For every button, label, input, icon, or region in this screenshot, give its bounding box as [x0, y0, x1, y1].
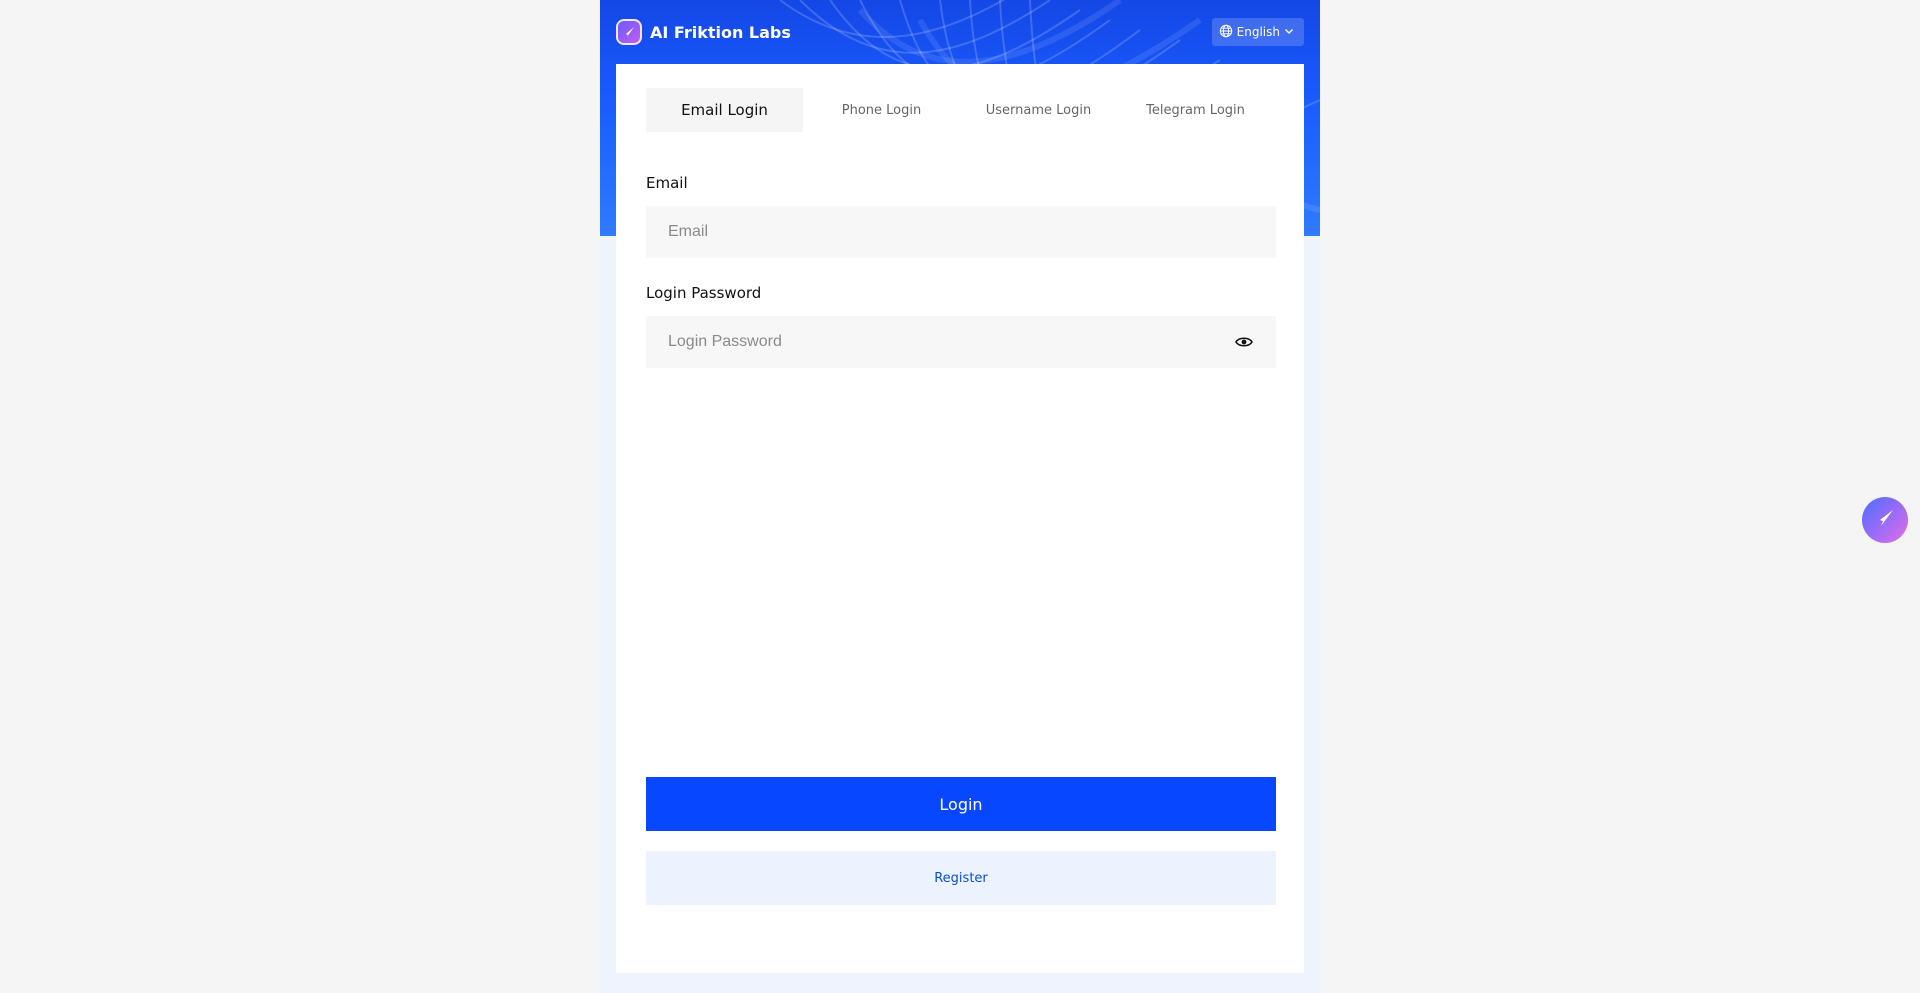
globe-icon [1219, 24, 1233, 41]
chevron-down-icon [1284, 25, 1294, 39]
password-field-wrapper [646, 316, 1276, 368]
login-tabs: Email Login Phone Login Username Login T… [646, 88, 1276, 132]
password-label: Login Password [646, 284, 762, 302]
brand-name: AI Friktion Labs [650, 22, 791, 42]
floating-rocket-button[interactable] [1862, 497, 1908, 543]
email-field-wrapper [646, 206, 1276, 258]
tab-email-login[interactable]: Email Login [646, 88, 803, 132]
email-label: Email [646, 174, 688, 192]
login-card: Email Login Phone Login Username Login T… [616, 64, 1304, 973]
rocket-icon [616, 19, 642, 45]
brand: AI Friktion Labs [616, 19, 791, 45]
eye-icon[interactable] [1234, 332, 1254, 352]
app-header: AI Friktion Labs English [600, 0, 1320, 64]
language-label: English [1236, 25, 1280, 39]
rocket-icon [1874, 507, 1896, 533]
tab-username-login[interactable]: Username Login [960, 88, 1117, 132]
tab-phone-login[interactable]: Phone Login [803, 88, 960, 132]
email-input[interactable] [668, 223, 1254, 241]
register-button[interactable]: Register [646, 851, 1276, 905]
login-button[interactable]: Login [646, 777, 1276, 831]
tab-telegram-login[interactable]: Telegram Login [1117, 88, 1274, 132]
password-input[interactable] [668, 333, 1234, 351]
app-container: AI Friktion Labs English Email Login Pho… [600, 0, 1320, 993]
language-selector[interactable]: English [1211, 18, 1304, 46]
